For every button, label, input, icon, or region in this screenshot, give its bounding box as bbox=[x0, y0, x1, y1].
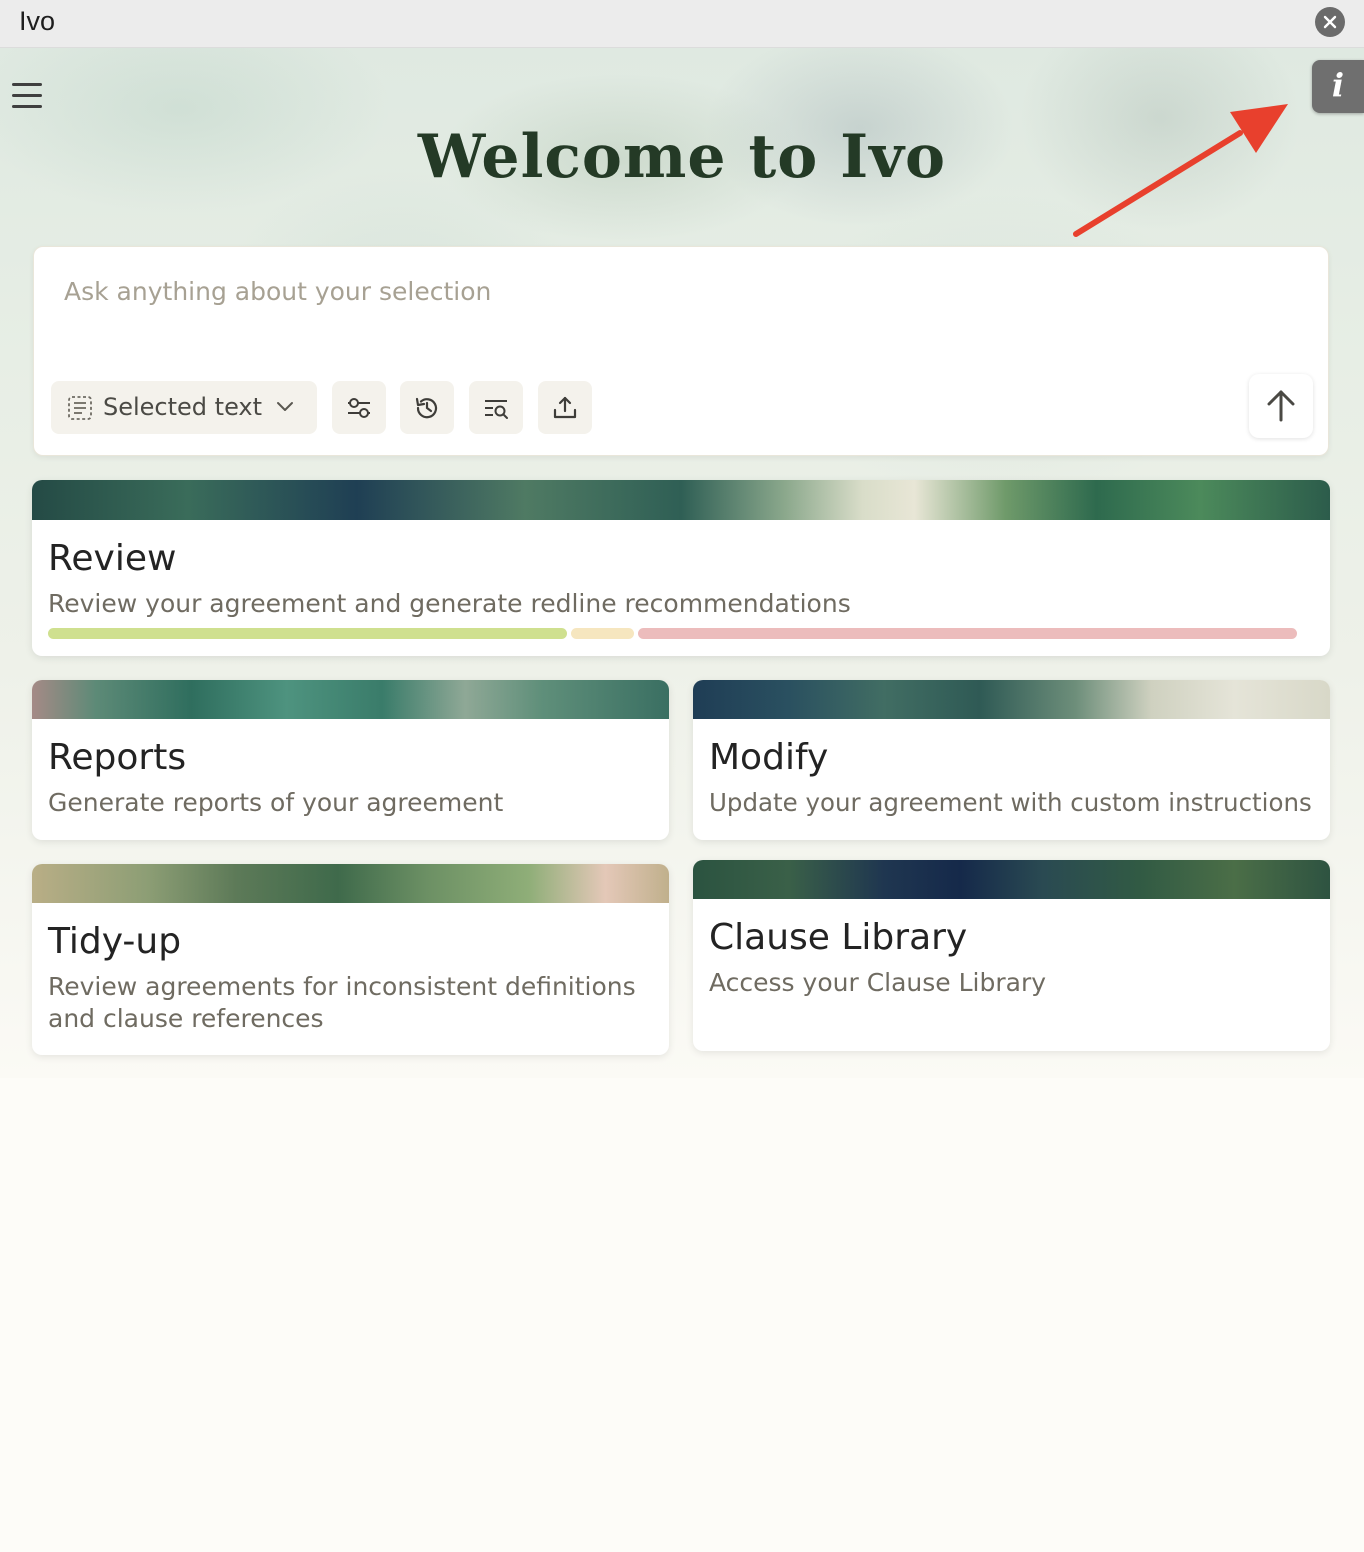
window-titlebar: Ivo bbox=[0, 0, 1364, 48]
hamburger-menu-icon bbox=[12, 83, 42, 86]
chevron-down-icon bbox=[277, 402, 293, 411]
selection-scope-dropdown[interactable]: Selected text bbox=[51, 381, 317, 434]
history-icon bbox=[415, 397, 438, 419]
card-description: Access your Clause Library bbox=[709, 968, 1047, 997]
upload-button[interactable] bbox=[538, 381, 592, 434]
close-icon bbox=[1323, 15, 1337, 29]
arrow-up-icon bbox=[1267, 390, 1295, 422]
card-banner-image bbox=[32, 864, 669, 903]
card-title: Modify bbox=[709, 737, 829, 778]
reports-card[interactable]: Reports Generate reports of your agreeme… bbox=[32, 680, 669, 840]
menu-button[interactable] bbox=[12, 80, 44, 110]
send-button[interactable] bbox=[1249, 374, 1313, 438]
progress-segment-low bbox=[48, 628, 567, 639]
card-banner-image bbox=[693, 680, 1330, 719]
card-description: Generate reports of your agreement bbox=[48, 788, 504, 817]
progress-segment-medium bbox=[571, 628, 634, 639]
page-title: Welcome to Ivo bbox=[417, 122, 947, 192]
search-document-button[interactable] bbox=[469, 381, 523, 434]
history-button[interactable] bbox=[400, 381, 454, 434]
settings-button[interactable] bbox=[332, 381, 386, 434]
prompt-panel: Selected text bbox=[33, 246, 1329, 456]
progress-segment-high bbox=[638, 628, 1297, 639]
window-title: Ivo bbox=[19, 6, 56, 36]
text-selection-icon bbox=[68, 396, 92, 420]
card-title: Clause Library bbox=[709, 917, 968, 958]
close-button[interactable] bbox=[1315, 7, 1345, 37]
card-title: Tidy-up bbox=[48, 921, 182, 962]
card-banner-image bbox=[32, 680, 669, 719]
info-icon: i bbox=[1331, 66, 1345, 104]
modify-card[interactable]: Modify Update your agreement with custom… bbox=[693, 680, 1330, 840]
card-title: Reports bbox=[48, 737, 187, 778]
search-list-icon bbox=[485, 400, 508, 419]
card-banner-image bbox=[32, 480, 1330, 520]
tidy-up-card[interactable]: Tidy-up Review agreements for inconsiste… bbox=[32, 864, 669, 1055]
review-card[interactable]: Review Review your agreement and generat… bbox=[32, 480, 1330, 656]
card-description: Review your agreement and generate redli… bbox=[48, 589, 851, 618]
info-button[interactable]: i bbox=[1312, 60, 1364, 113]
card-description: Review agreements for inconsistent defin… bbox=[48, 972, 636, 1033]
sliders-icon bbox=[348, 398, 370, 418]
clause-library-card[interactable]: Clause Library Access your Clause Librar… bbox=[693, 860, 1330, 1051]
card-title: Review bbox=[48, 538, 177, 579]
card-description: Update your agreement with custom instru… bbox=[709, 788, 1312, 817]
prompt-input[interactable] bbox=[64, 271, 1264, 311]
upload-icon bbox=[553, 396, 577, 419]
selection-scope-label: Selected text bbox=[103, 393, 263, 421]
card-banner-image bbox=[693, 860, 1330, 899]
